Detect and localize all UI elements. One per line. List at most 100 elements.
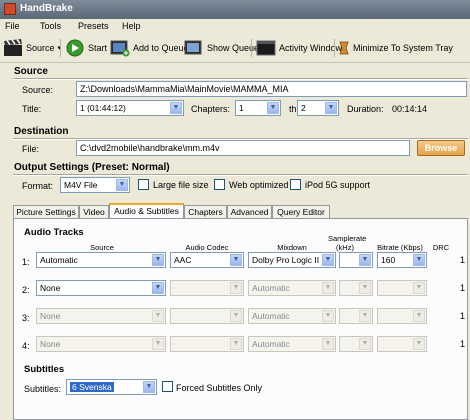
source-heading: Source bbox=[14, 66, 48, 77]
samplerate-select: ▼ bbox=[339, 280, 373, 296]
chevron-down-icon: ▼ bbox=[413, 254, 425, 266]
drc-value[interactable]: 1 bbox=[460, 311, 465, 321]
track-number: 4: bbox=[22, 341, 30, 351]
tab-video[interactable]: Video bbox=[79, 205, 109, 218]
audio-codec-select: ▼ bbox=[170, 336, 244, 352]
audio-source-value: None bbox=[40, 283, 61, 293]
format-label: Format: bbox=[22, 181, 54, 191]
format-select-value: M4V File bbox=[64, 180, 98, 190]
subtitles-label: Subtitles: bbox=[24, 384, 62, 394]
samplerate-select: ▼ bbox=[339, 336, 373, 352]
chevron-down-icon: ▼ bbox=[322, 310, 334, 322]
chevron-down-icon: ▼ bbox=[230, 310, 242, 322]
minimize-tray-button[interactable]: Minimize To System Tray bbox=[338, 38, 453, 58]
format-select[interactable]: M4V File ▼ bbox=[60, 177, 130, 193]
destination-heading: Destination bbox=[14, 126, 69, 137]
col-mixdown-header: Mixdown bbox=[277, 243, 307, 252]
title-select[interactable]: 1 (01:44:12) ▼ bbox=[76, 100, 184, 116]
file-label: File: bbox=[22, 144, 40, 154]
chapter-end-select[interactable]: 2 ▼ bbox=[297, 100, 339, 116]
chevron-down-icon: ▼ bbox=[152, 254, 164, 266]
subtitles-select[interactable]: 6 Svenska ▼ bbox=[66, 379, 157, 395]
chevron-down-icon: ▼ bbox=[322, 282, 334, 294]
toolbar-separator bbox=[251, 39, 252, 57]
browse-button[interactable]: Browse bbox=[417, 140, 465, 156]
bitrate-select: ▼ bbox=[377, 280, 427, 296]
col-drc-header: DRC bbox=[432, 243, 450, 252]
menu-help[interactable]: Help bbox=[122, 21, 141, 31]
chevron-down-icon: ▼ bbox=[359, 338, 371, 350]
mixdown-select[interactable]: Dolby Pro Logic II ▼ bbox=[248, 252, 336, 268]
chapters-label: Chapters: bbox=[191, 104, 231, 114]
drc-value[interactable]: 1 bbox=[460, 339, 465, 349]
activity-window-button[interactable]: Activity Window bbox=[256, 38, 342, 58]
col-samplerate-unit: (kHz) bbox=[336, 243, 354, 252]
mixdown-select: Automatic ▼ bbox=[248, 336, 336, 352]
forced-subtitles-checkbox[interactable] bbox=[162, 381, 173, 392]
tab-advanced[interactable]: Advanced bbox=[227, 205, 272, 218]
drc-value[interactable]: 1 bbox=[460, 283, 465, 293]
toolbar-separator bbox=[60, 39, 61, 57]
audio-source-select[interactable]: Automatic ▼ bbox=[36, 252, 166, 268]
tab-audio-subtitles[interactable]: Audio & Subtitles bbox=[109, 203, 184, 219]
start-button[interactable]: Start bbox=[65, 38, 107, 58]
audio-source-select: None ▼ bbox=[36, 336, 166, 352]
tab-picture-settings[interactable]: Picture Settings bbox=[13, 205, 79, 218]
mixdown-value: Automatic bbox=[252, 339, 290, 349]
chevron-down-icon: ▼ bbox=[267, 102, 279, 114]
title-select-value: 1 (01:44:12) bbox=[80, 103, 126, 113]
menu-presets[interactable]: Presets bbox=[78, 21, 109, 31]
large-file-checkbox[interactable] bbox=[138, 179, 149, 190]
destination-file-field[interactable]: C:\dvd2mobile\handbrake\mm.m4v bbox=[76, 140, 410, 156]
chevron-down-icon: ▼ bbox=[143, 381, 155, 393]
show-queue-button[interactable]: Show Queue bbox=[184, 38, 259, 58]
web-optimized-label: Web optimized bbox=[229, 180, 289, 190]
add-to-queue-button[interactable]: Add to Queue bbox=[110, 38, 189, 58]
bitrate-select[interactable]: 160 ▼ bbox=[377, 252, 427, 268]
title-bar: HandBrake bbox=[0, 0, 470, 19]
start-button-label: Start bbox=[88, 43, 108, 53]
track-number: 1: bbox=[22, 257, 30, 267]
audio-source-select[interactable]: None ▼ bbox=[36, 280, 166, 296]
chapter-start-select[interactable]: 1 ▼ bbox=[235, 100, 281, 116]
samplerate-select[interactable]: ▼ bbox=[339, 252, 373, 268]
tab-query-editor[interactable]: Query Editor bbox=[272, 205, 330, 218]
chevron-down-icon: ▼ bbox=[359, 310, 371, 322]
audio-source-select: None ▼ bbox=[36, 308, 166, 324]
add-queue-icon bbox=[110, 40, 130, 57]
chevron-down-icon: ▼ bbox=[413, 338, 425, 350]
clapperboard-icon bbox=[4, 39, 22, 56]
chevron-down-icon: ▼ bbox=[322, 338, 334, 350]
audio-codec-select[interactable]: AAC ▼ bbox=[170, 252, 244, 268]
bitrate-value: 160 bbox=[381, 255, 396, 265]
toolbar-separator bbox=[334, 39, 335, 57]
duration-value: 00:14:14 bbox=[392, 104, 428, 114]
menu-file[interactable]: File bbox=[5, 21, 20, 31]
source-button[interactable]: Source ▾ bbox=[3, 38, 61, 58]
drc-value[interactable]: 1 bbox=[460, 255, 465, 265]
chevron-down-icon: ▼ bbox=[322, 254, 334, 266]
chapter-end-value: 2 bbox=[301, 103, 306, 113]
web-optimized-checkbox[interactable] bbox=[214, 179, 225, 190]
subtitles-select-value: 6 Svenska bbox=[70, 382, 114, 392]
chevron-down-icon: ▼ bbox=[152, 338, 164, 350]
tab-chapters[interactable]: Chapters bbox=[184, 205, 227, 218]
toolbar: Source ▾ Start Add to Queue Show Queue A… bbox=[0, 34, 470, 63]
mixdown-value: Automatic bbox=[252, 283, 290, 293]
mixdown-value: Automatic bbox=[252, 311, 290, 321]
col-source-header: Source bbox=[90, 243, 114, 252]
app-icon bbox=[4, 3, 16, 15]
audio-source-value: None bbox=[40, 311, 61, 321]
chevron-down-icon: ▼ bbox=[152, 310, 164, 322]
menu-bar: File Tools Presets Help bbox=[0, 19, 470, 34]
audio-codec-value: AAC bbox=[174, 255, 192, 265]
subtitles-heading: Subtitles bbox=[24, 364, 65, 375]
ipod-checkbox[interactable] bbox=[290, 179, 301, 190]
chevron-down-icon: ▼ bbox=[152, 282, 164, 294]
source-path-field[interactable]: Z:\Downloads\MammaMia\MainMovie\MAMMA_MI… bbox=[76, 81, 467, 97]
ipod-label: iPod 5G support bbox=[305, 180, 371, 190]
chapter-start-value: 1 bbox=[239, 103, 244, 113]
tray-icon bbox=[339, 41, 349, 55]
menu-tools[interactable]: Tools bbox=[40, 21, 61, 31]
minimize-tray-label: Minimize To System Tray bbox=[353, 43, 453, 53]
